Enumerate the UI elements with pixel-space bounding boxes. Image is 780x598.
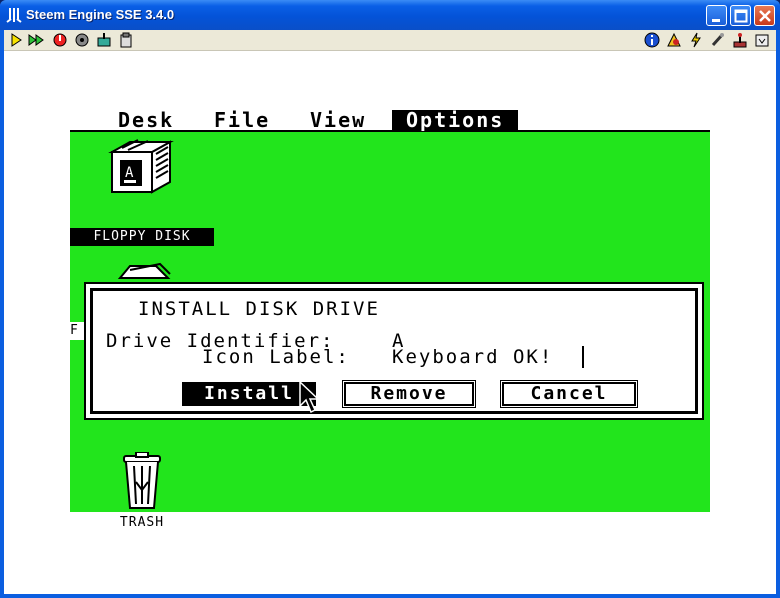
atari-desktop[interactable]: Desk File View Options A FLOPPY DISK F T…	[70, 110, 710, 532]
gem-menu-bar: Desk File View Options	[70, 110, 710, 132]
floppy-disk-icon[interactable]: A	[108, 138, 176, 198]
emulator-window: Steem Engine SSE 3.4.0 Desk File View Op…	[0, 0, 780, 598]
install-disk-drive-dialog: INSTALL DISK DRIVE Drive Identifier: A I…	[84, 282, 704, 420]
disk-manager-button[interactable]	[74, 32, 90, 48]
maximize-icon	[734, 9, 748, 23]
joystick-button[interactable]	[732, 32, 748, 48]
menu-view[interactable]: View	[310, 110, 366, 131]
window-title: Steem Engine SSE 3.4.0	[26, 7, 175, 22]
more-button[interactable]	[754, 32, 770, 48]
client-area: Desk File View Options A FLOPPY DISK F T…	[4, 30, 776, 594]
minimize-button[interactable]	[706, 5, 727, 26]
shortcuts-icon	[691, 32, 701, 48]
reset-icon	[53, 33, 67, 47]
remove-button[interactable]: Remove	[342, 380, 476, 408]
fast-forward-icon	[28, 34, 44, 46]
floppy-disk-label[interactable]: FLOPPY DISK	[70, 228, 214, 246]
trash-label[interactable]: TRASH	[70, 514, 214, 532]
close-icon	[759, 10, 771, 22]
fast-forward-button[interactable]	[28, 32, 44, 48]
text-cursor	[582, 346, 584, 368]
menu-file[interactable]: File	[214, 110, 270, 131]
play-icon	[11, 33, 22, 47]
options-button[interactable]	[710, 32, 726, 48]
menu-options[interactable]: Options	[392, 110, 519, 131]
icon-label-label: Icon Label:	[202, 346, 350, 368]
info-icon	[644, 32, 660, 48]
joystick-config-button[interactable]	[96, 32, 112, 48]
disk-manager-icon	[75, 33, 89, 47]
mouse-pointer-icon	[299, 380, 320, 414]
patches-button[interactable]	[666, 32, 682, 48]
atari-logo-icon	[6, 8, 22, 23]
cancel-button[interactable]: Cancel	[500, 380, 638, 408]
install-button[interactable]: Install	[182, 382, 316, 406]
dialog-title: INSTALL DISK DRIVE	[138, 298, 380, 320]
options-icon	[711, 33, 724, 47]
icon-label-field[interactable]: Keyboard OK!	[392, 346, 553, 368]
joystick-config-icon	[97, 33, 111, 47]
paste-button[interactable]	[118, 32, 134, 48]
info-button[interactable]	[644, 32, 660, 48]
more-icon	[755, 34, 769, 47]
reset-button[interactable]	[52, 32, 68, 48]
close-button[interactable]	[754, 5, 775, 26]
paste-icon	[120, 32, 132, 48]
maximize-button[interactable]	[730, 5, 751, 26]
joystick-icon	[733, 33, 747, 48]
toolbar	[4, 30, 776, 51]
floppy-drive-letter: A	[125, 165, 134, 181]
minimize-icon	[712, 19, 720, 22]
play-button[interactable]	[8, 32, 24, 48]
folder-icon[interactable]	[116, 260, 178, 280]
menu-desk[interactable]: Desk	[118, 110, 174, 131]
hidden-icon-label[interactable]: F	[70, 322, 84, 340]
title-bar[interactable]: Steem Engine SSE 3.4.0	[0, 0, 780, 30]
patches-icon	[667, 32, 681, 47]
shortcuts-button[interactable]	[688, 32, 704, 48]
trash-icon[interactable]	[120, 452, 164, 512]
